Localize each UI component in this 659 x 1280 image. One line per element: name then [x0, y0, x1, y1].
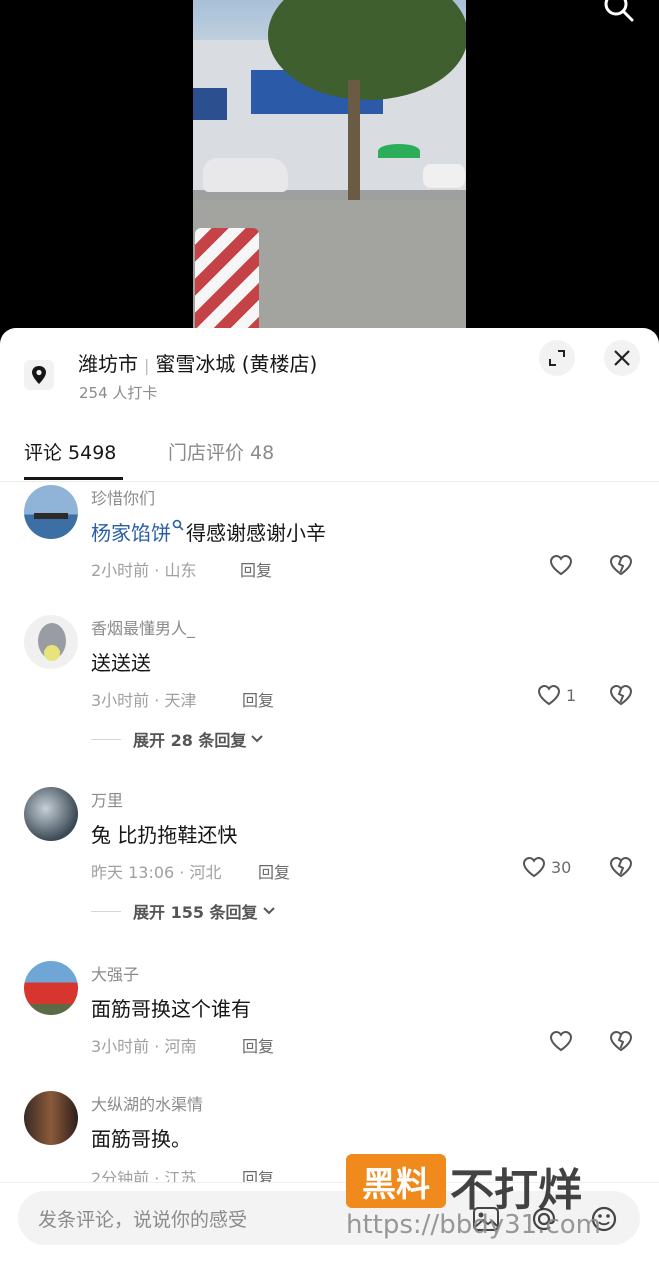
comment-text: 面筋哥换。 — [91, 1127, 191, 1151]
comment-meta: 3小时前 · 天津 — [91, 691, 197, 710]
expand-replies-label: 展开 155 条回复 — [133, 903, 258, 922]
video-shop-sign-left — [193, 88, 227, 120]
store-city: 潍坊市 — [78, 352, 138, 376]
expand-replies-label: 展开 28 条回复 — [133, 731, 247, 750]
broken-heart-icon[interactable] — [608, 683, 634, 707]
like-count: 1 — [566, 685, 577, 705]
comment-sheet: 潍坊市 | 蜜雪冰城 (黄楼店) 254 人打卡 评论 5498 门店评价 48 珍 — [0, 328, 659, 1280]
expand-line — [91, 910, 121, 912]
heart-icon — [549, 554, 573, 576]
watermark: 黑料 不打烊 https://bbdy31.com — [346, 1154, 646, 1244]
like-button[interactable]: 1 — [536, 683, 576, 707]
location-pin-icon — [24, 360, 54, 390]
watermark-badge: 黑料 — [346, 1154, 446, 1208]
broken-heart-icon[interactable] — [608, 855, 634, 879]
heart-icon — [537, 684, 561, 706]
reply-button[interactable]: 回复 — [242, 1033, 274, 1057]
expand-replies[interactable]: 展开 28 条回复 — [91, 727, 264, 751]
reply-button[interactable]: 回复 — [258, 859, 290, 883]
chevron-down-icon — [262, 907, 275, 915]
comment-username[interactable]: 大强子 — [91, 961, 139, 985]
comment-username[interactable]: 大纵湖的水渠情 — [91, 1091, 203, 1115]
broken-heart-icon[interactable] — [608, 1029, 634, 1053]
comment-meta: 2小时前 · 山东 — [91, 561, 197, 580]
comment-input-placeholder: 发条评论，说说你的感受 — [38, 1209, 248, 1231]
like-count: 30 — [551, 857, 572, 877]
expand-line — [91, 738, 121, 740]
avatar[interactable] — [24, 1091, 78, 1145]
video-umbrella — [378, 144, 420, 158]
store-name: 蜜雪冰城 (黄楼店) — [155, 352, 318, 376]
watermark-text: 不打烊 — [450, 1165, 582, 1216]
avatar[interactable] — [24, 615, 78, 669]
tab-bar: 评论 5498 门店评价 48 — [0, 428, 659, 482]
avatar-mouse-belly — [44, 645, 60, 661]
expand-replies[interactable]: 展开 155 条回复 — [91, 899, 276, 923]
comment-meta: 昨天 13:06 · 河北 — [91, 863, 222, 882]
comment-username[interactable]: 香烟最懂男人_ — [91, 615, 195, 639]
avatar[interactable] — [24, 787, 78, 841]
video-tree-trunk — [348, 80, 360, 200]
comment-text: 杨家馅饼 得感谢感谢小辛 — [91, 517, 326, 546]
close-button[interactable] — [604, 340, 640, 376]
comment-username[interactable]: 万里 — [91, 787, 123, 811]
comment-text: 面筋哥换这个谁有 — [91, 997, 251, 1021]
heart-icon — [549, 1030, 573, 1052]
like-button[interactable] — [548, 1029, 574, 1053]
video-area[interactable] — [0, 0, 659, 340]
comment-username[interactable]: 珍惜你们 — [91, 485, 155, 509]
video-car — [203, 158, 288, 192]
comment-body: 得感谢感谢小辛 — [186, 521, 326, 545]
tab-comments[interactable]: 评论 5498 — [24, 438, 116, 465]
watermark-url: https://bbdy31.com — [346, 1210, 601, 1240]
close-icon — [614, 350, 630, 366]
avatar[interactable] — [24, 961, 78, 1015]
broken-heart-icon[interactable] — [608, 553, 634, 577]
like-button[interactable] — [548, 553, 574, 577]
expand-button[interactable] — [539, 340, 575, 376]
checkin-count: 254 人打卡 — [79, 384, 158, 402]
comment-meta: 3小时前 · 河南 — [91, 1037, 197, 1056]
avatar[interactable] — [24, 485, 78, 539]
comment-tag-link[interactable]: 杨家馅饼 — [91, 521, 171, 545]
search-small-icon — [172, 519, 184, 531]
comment-text: 兔 比扔拖鞋还快 — [91, 823, 238, 847]
tab-store-reviews[interactable]: 门店评价 48 — [168, 438, 274, 465]
chevron-down-icon — [251, 735, 264, 743]
comment-text: 送送送 — [91, 651, 151, 675]
sheet-header: 潍坊市 | 蜜雪冰城 (黄楼店) 254 人打卡 — [0, 328, 659, 418]
expand-icon — [549, 350, 565, 366]
reply-button[interactable]: 回复 — [242, 687, 274, 711]
reply-button[interactable]: 回复 — [240, 557, 272, 581]
title-separator: | — [144, 356, 150, 375]
video-car-far — [423, 164, 465, 188]
store-title[interactable]: 潍坊市 | 蜜雪冰城 (黄楼店) — [78, 348, 317, 377]
avatar-ship — [34, 513, 68, 519]
search-icon[interactable] — [600, 0, 636, 26]
tab-active-indicator — [24, 477, 123, 480]
like-button[interactable]: 30 — [521, 855, 571, 879]
video-barber-pole — [195, 228, 259, 330]
heart-icon — [522, 856, 546, 878]
video-frame — [193, 0, 466, 330]
